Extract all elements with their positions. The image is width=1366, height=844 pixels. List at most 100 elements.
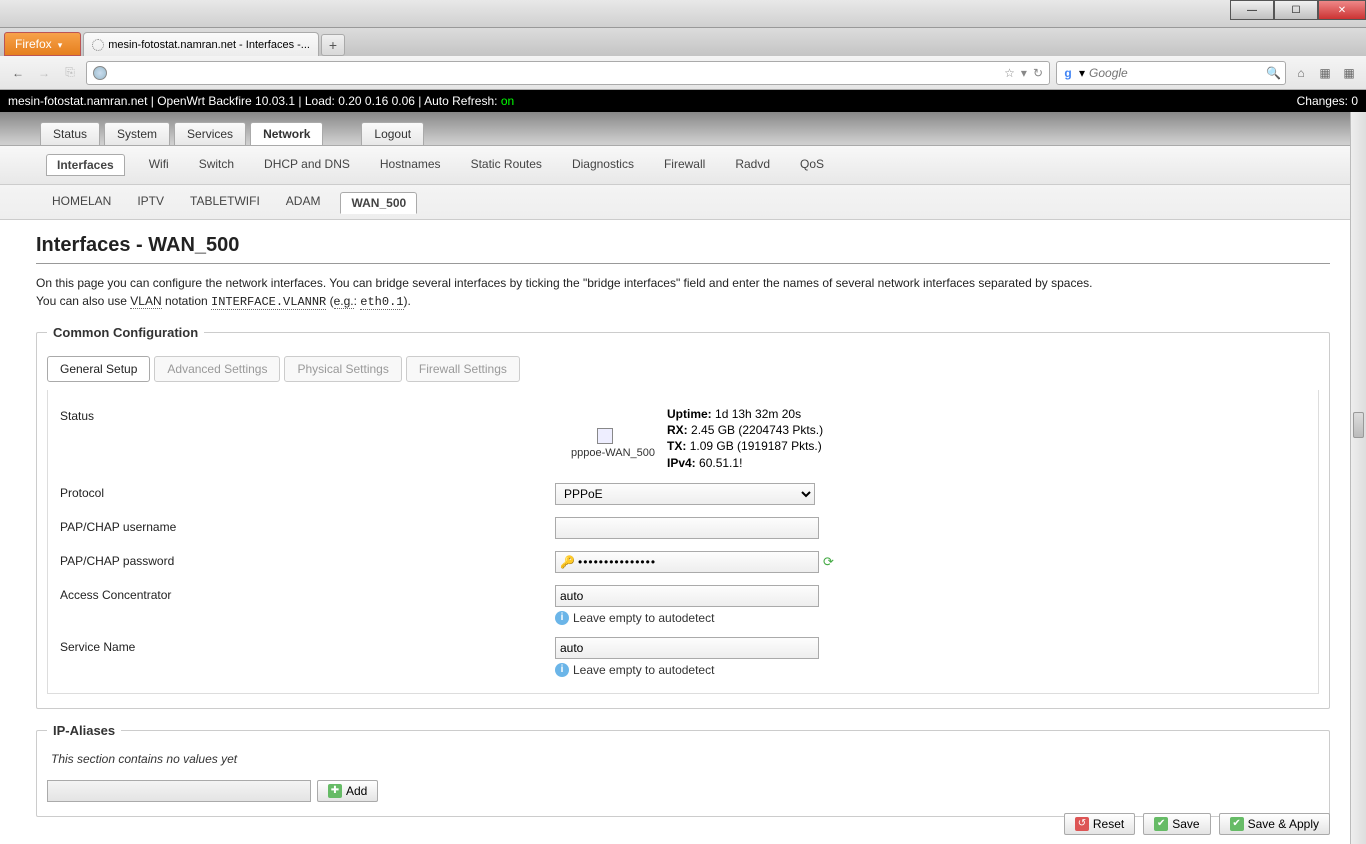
autorefresh-label: Auto Refresh:: [424, 94, 497, 108]
main-menu: Status System Services Network Logout: [0, 112, 1366, 145]
pap-pass-input[interactable]: •••••••••••••••: [578, 555, 656, 569]
ip-aliases-fieldset: IP-Aliases This section contains no valu…: [36, 723, 1330, 817]
sn-label: Service Name: [60, 637, 555, 654]
save-button[interactable]: ✔Save: [1143, 813, 1210, 835]
addon-button[interactable]: ▦: [1340, 64, 1358, 82]
common-config-legend: Common Configuration: [47, 325, 204, 340]
reset-icon: ↺: [1075, 817, 1089, 831]
ethernet-icon: [597, 428, 613, 444]
reload-icon[interactable]: ↻: [1033, 66, 1043, 80]
submenu-hostnames[interactable]: Hostnames: [374, 154, 447, 176]
iface-homelan[interactable]: HOMELAN: [46, 191, 117, 213]
submenu-dhcp[interactable]: DHCP and DNS: [258, 154, 356, 176]
page-title: Interfaces - WAN_500: [36, 234, 1330, 257]
status-label: Status: [60, 406, 555, 423]
firefox-menu-button[interactable]: Firefox: [4, 32, 81, 56]
window-close-button[interactable]: ✕: [1318, 0, 1366, 20]
search-go-icon[interactable]: 🔍: [1266, 66, 1281, 80]
pap-pass-label: PAP/CHAP password: [60, 551, 555, 568]
key-icon: 🔑: [560, 555, 576, 569]
menu-status[interactable]: Status: [40, 122, 100, 145]
window-minimize-button[interactable]: —: [1230, 0, 1274, 20]
submenu-firewall[interactable]: Firewall: [658, 154, 711, 176]
hostname: mesin-fotostat.namran.net: [8, 94, 147, 108]
home-button[interactable]: ⌂: [1292, 64, 1310, 82]
ip-aliases-legend: IP-Aliases: [47, 723, 121, 738]
menu-logout[interactable]: Logout: [361, 122, 424, 145]
window-titlebar: — ☐ ✕: [0, 0, 1366, 28]
submenu: Interfaces Wifi Switch DHCP and DNS Host…: [0, 145, 1366, 185]
browser-tab-title: mesin-fotostat.namran.net - Interfaces -…: [108, 39, 310, 51]
submenu-staticroutes[interactable]: Static Routes: [465, 154, 548, 176]
iface-wan500[interactable]: WAN_500: [340, 192, 417, 214]
ac-input[interactable]: [555, 585, 819, 607]
page-actions: ↺Reset ✔Save ✔Save & Apply: [1064, 807, 1366, 844]
submenu-radvd[interactable]: Radvd: [729, 154, 776, 176]
protocol-select[interactable]: PPPoE: [555, 483, 815, 505]
pap-user-label: PAP/CHAP username: [60, 517, 555, 534]
reveal-password-icon[interactable]: ⟳: [823, 554, 834, 570]
info-icon: i: [555, 663, 569, 677]
ac-hint: Leave empty to autodetect: [573, 611, 714, 625]
new-tab-button[interactable]: +: [321, 34, 345, 56]
autorefresh-state[interactable]: on: [501, 94, 514, 108]
reset-button[interactable]: ↺Reset: [1064, 813, 1135, 835]
search-input[interactable]: [1089, 66, 1262, 80]
apply-icon: ✔: [1230, 817, 1244, 831]
search-bar[interactable]: g▾ 🔍: [1056, 61, 1286, 85]
common-config-fieldset: Common Configuration General Setup Advan…: [36, 325, 1330, 709]
scrollbar-thumb[interactable]: [1353, 412, 1364, 438]
submenu-wifi[interactable]: Wifi: [143, 154, 175, 176]
interface-tabs: HOMELAN IPTV TABLETWIFI ADAM WAN_500: [0, 185, 1366, 220]
sn-input[interactable]: [555, 637, 819, 659]
page-body: Status System Services Network Logout In…: [0, 112, 1366, 844]
luci-header: mesin-fotostat.namran.net | OpenWrt Back…: [0, 90, 1366, 112]
sn-hint: Leave empty to autodetect: [573, 663, 714, 677]
nav-forward-button[interactable]: →: [34, 63, 54, 83]
loading-icon: [92, 39, 104, 51]
interface-badge: pppoe-WAN_500: [555, 406, 655, 459]
pap-user-input[interactable]: [555, 517, 819, 539]
window-maximize-button[interactable]: ☐: [1274, 0, 1318, 20]
site-identity-icon[interactable]: [93, 66, 107, 80]
add-icon: ✚: [328, 784, 342, 798]
page-description: On this page you can configure the netwo…: [36, 274, 1330, 311]
url-input[interactable]: [113, 66, 998, 80]
iface-tabletwifi[interactable]: TABLETWIFI: [184, 191, 266, 213]
load-values: 0.20 0.16 0.06: [338, 94, 415, 108]
firmware-version: OpenWrt Backfire 10.03.1: [157, 94, 295, 108]
submenu-switch[interactable]: Switch: [193, 154, 240, 176]
google-icon[interactable]: g: [1061, 66, 1075, 80]
nav-tabgroups-button[interactable]: ⎘: [60, 63, 80, 83]
aliases-empty-note: This section contains no values yet: [47, 746, 1319, 780]
tab-physical[interactable]: Physical Settings: [284, 356, 401, 382]
alias-name-input[interactable]: [47, 780, 311, 802]
save-icon: ✔: [1154, 817, 1168, 831]
browser-tab[interactable]: mesin-fotostat.namran.net - Interfaces -…: [83, 32, 319, 56]
info-icon: i: [555, 611, 569, 625]
url-dropdown-icon[interactable]: ▾: [1021, 66, 1027, 80]
browser-tab-strip: Firefox mesin-fotostat.namran.net - Inte…: [0, 28, 1366, 56]
vertical-scrollbar[interactable]: [1350, 112, 1366, 844]
feed-button[interactable]: ▦: [1316, 64, 1334, 82]
menu-network[interactable]: Network: [250, 122, 323, 145]
tab-advanced[interactable]: Advanced Settings: [154, 356, 280, 382]
unsaved-changes[interactable]: Changes: 0: [1297, 94, 1358, 108]
save-apply-button[interactable]: ✔Save & Apply: [1219, 813, 1330, 835]
add-alias-button[interactable]: ✚ Add: [317, 780, 378, 802]
abbr-vlan: VLAN: [130, 294, 161, 309]
submenu-qos[interactable]: QoS: [794, 154, 830, 176]
tab-general[interactable]: General Setup: [47, 356, 150, 382]
menu-services[interactable]: Services: [174, 122, 246, 145]
bookmark-star-icon[interactable]: ☆: [1004, 66, 1015, 80]
nav-back-button[interactable]: ←: [8, 63, 28, 83]
submenu-diagnostics[interactable]: Diagnostics: [566, 154, 640, 176]
url-bar[interactable]: ☆ ▾ ↻: [86, 61, 1050, 85]
menu-system[interactable]: System: [104, 122, 170, 145]
iface-iptv[interactable]: IPTV: [131, 191, 170, 213]
submenu-interfaces[interactable]: Interfaces: [46, 154, 125, 176]
iface-adam[interactable]: ADAM: [280, 191, 327, 213]
tab-firewall[interactable]: Firewall Settings: [406, 356, 520, 382]
interface-stats: Uptime: 1d 13h 32m 20s RX: 2.45 GB (2204…: [667, 406, 823, 471]
browser-nav-bar: ← → ⎘ ☆ ▾ ↻ g▾ 🔍 ⌂ ▦ ▦: [0, 56, 1366, 90]
